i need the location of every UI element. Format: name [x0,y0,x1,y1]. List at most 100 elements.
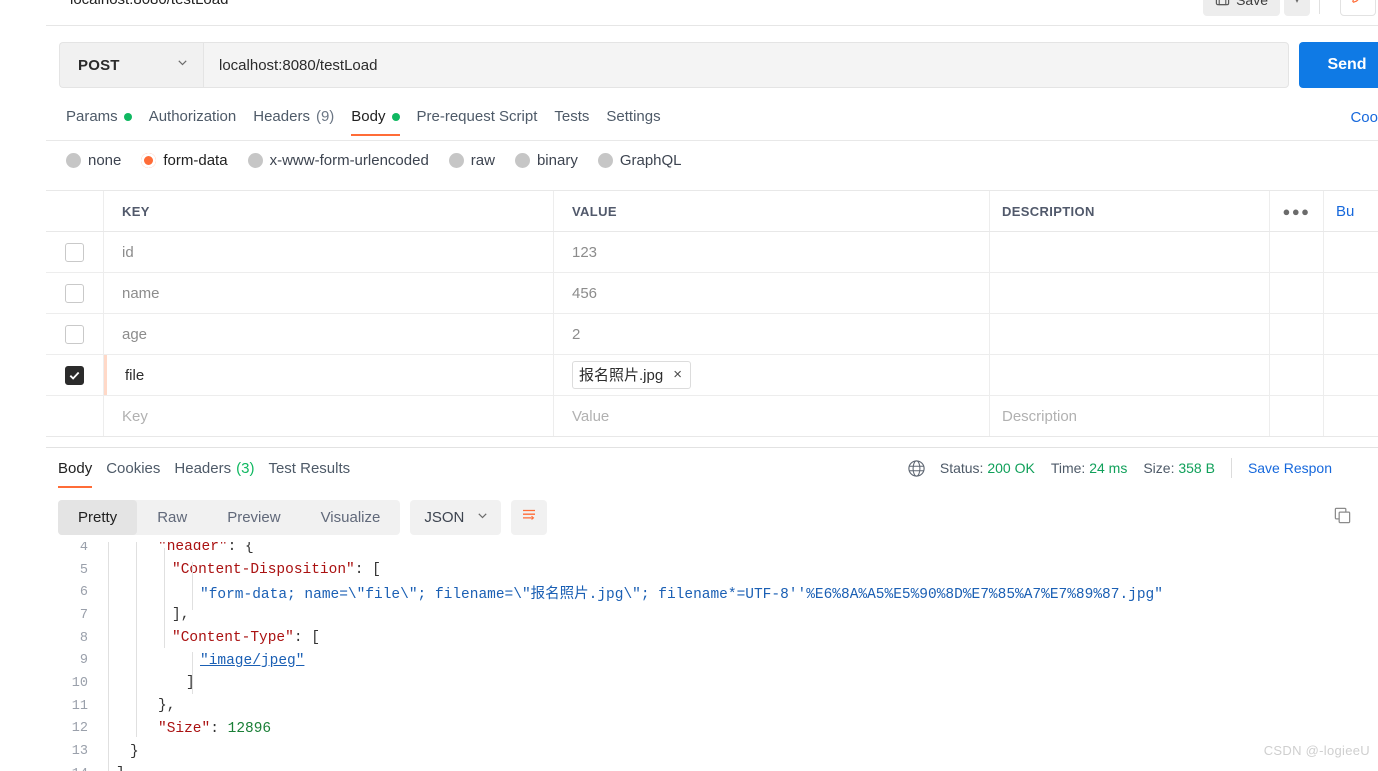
postman-window: localhost:8080/testLoad Save ▾ POST loca… [0,0,1378,771]
row-description-input[interactable] [990,232,1270,272]
code-token: }, [158,698,175,714]
request-tab-authorization[interactable]: Authorization [149,100,254,137]
checkbox-icon[interactable] [65,325,84,344]
row-checkbox-cell[interactable] [46,355,104,395]
radio-icon[interactable] [66,153,81,168]
row-key-input[interactable]: file [107,355,554,395]
code-line: 13} [46,740,1378,763]
request-tab-settings[interactable]: Settings [606,100,677,137]
word-wrap-button[interactable] [511,500,547,535]
checkbox-checked-icon[interactable] [65,366,84,385]
response-tab-label: Headers [174,460,231,477]
request-tab-pre-request-script[interactable]: Pre-request Script [417,100,555,137]
file-chip[interactable]: 报名照片.jpg× [572,361,691,389]
row-key-input[interactable]: age [104,314,554,354]
line-number: 10 [46,676,102,691]
url-input-value: localhost:8080/testLoad [219,57,377,74]
copy-response-button[interactable] [1328,504,1356,532]
view-mode-preview[interactable]: Preview [207,500,300,535]
row-checkbox-cell[interactable] [46,232,104,272]
row-value-input[interactable]: 2 [554,314,990,354]
new-row-key-input[interactable]: Key [104,396,554,436]
line-number: 9 [46,653,102,668]
radio-icon[interactable] [515,153,530,168]
table-row[interactable]: age 2 [46,314,1378,355]
code-line-text: "Size": 12896 [102,721,271,737]
body-type-none[interactable]: none [66,152,121,169]
edit-request-button[interactable] [1340,0,1376,16]
http-method-label: POST [78,57,120,74]
view-mode-visualize[interactable]: Visualize [301,500,401,535]
request-tabs-divider [46,140,1378,141]
code-token: 12896 [228,721,272,737]
row-description-input[interactable] [990,273,1270,313]
row-key-input[interactable]: name [104,273,554,313]
new-row-value-input[interactable]: Value [554,396,990,436]
checkbox-icon[interactable] [65,284,84,303]
row-value-input[interactable]: 123 [554,232,990,272]
view-mode-raw[interactable]: Raw [137,500,207,535]
row-checkbox-cell[interactable] [46,314,104,354]
row-key-value: name [122,285,160,302]
code-line: 8"Content-Type": [ [46,627,1378,650]
tab-modified-dot-icon [392,113,400,121]
active-tab-underline [351,134,399,136]
checkbox-icon[interactable] [65,243,84,262]
bulk-edit-link[interactable]: Bu [1336,203,1354,220]
radio-icon[interactable] [449,153,464,168]
code-line-text: "image/jpeg" [102,653,304,669]
body-type-raw[interactable]: raw [449,152,495,169]
row-description-input[interactable] [990,355,1270,395]
save-response-button[interactable]: Save Respon [1248,460,1332,476]
table-row[interactable]: file 报名照片.jpg× [46,355,1378,396]
table-row[interactable]: id123 [46,232,1378,273]
send-button[interactable]: Send [1299,42,1378,88]
row-description-input[interactable] [990,314,1270,354]
view-mode-pretty[interactable]: Pretty [58,500,137,535]
response-tab-headers[interactable]: Headers(3) [174,455,268,488]
request-tab-body[interactable]: Body [351,100,416,137]
request-tab-headers[interactable]: Headers(9) [253,100,351,137]
http-method-select[interactable]: POST [59,42,203,88]
radio-icon[interactable] [248,153,263,168]
table-options-icon[interactable]: ●●● [1282,204,1310,219]
response-format-select[interactable]: JSON [410,500,501,535]
row-checkbox-cell[interactable] [46,273,104,313]
radio-selected-icon[interactable] [141,153,156,168]
request-tab-label: Body [351,108,385,125]
line-number: 14 [46,767,102,771]
body-type-x-www-form-urlencoded[interactable]: x-www-form-urlencoded [248,152,429,169]
row-value-input[interactable]: 报名照片.jpg× [554,355,990,395]
response-tab-test-results[interactable]: Test Results [268,455,364,488]
row-value-text: 456 [572,285,597,302]
remove-file-icon[interactable]: × [673,366,682,383]
request-tab-tests[interactable]: Tests [554,100,606,137]
code-line: 5"Content-Disposition": [ [46,559,1378,582]
response-tab-body[interactable]: Body [58,455,106,488]
save-button[interactable]: Save [1203,0,1280,16]
body-type-GraphQL[interactable]: GraphQL [598,152,682,169]
row-value-input[interactable]: 456 [554,273,990,313]
code-token: "image/jpeg" [200,653,304,669]
code-line: 7], [46,604,1378,627]
row-key-input[interactable]: id [104,232,554,272]
table-row[interactable]: name 456 [46,273,1378,314]
cookies-link[interactable]: Coo [1350,109,1378,126]
body-type-form-data[interactable]: form-data [141,152,227,169]
request-tab-label: Pre-request Script [417,108,538,125]
save-options-button[interactable]: ▾ [1284,0,1310,16]
radio-icon[interactable] [598,153,613,168]
response-divider [46,447,1378,448]
new-row-description-input[interactable]: Description [990,396,1270,436]
request-tab-title[interactable]: localhost:8080/testLoad [70,0,228,8]
response-tab-label: Cookies [106,460,160,477]
body-type-binary[interactable]: binary [515,152,578,169]
request-tab-params[interactable]: Params [66,100,149,137]
row-key-value: age [122,326,147,343]
row-trailing-cell [1324,396,1378,436]
url-input[interactable]: localhost:8080/testLoad [203,42,1289,88]
line-number: 12 [46,721,102,736]
table-row-placeholder[interactable]: KeyValueDescription [46,396,1378,437]
response-body-code[interactable]: 4"header": {5"Content-Disposition": [6"f… [46,542,1378,771]
response-tab-cookies[interactable]: Cookies [106,455,174,488]
